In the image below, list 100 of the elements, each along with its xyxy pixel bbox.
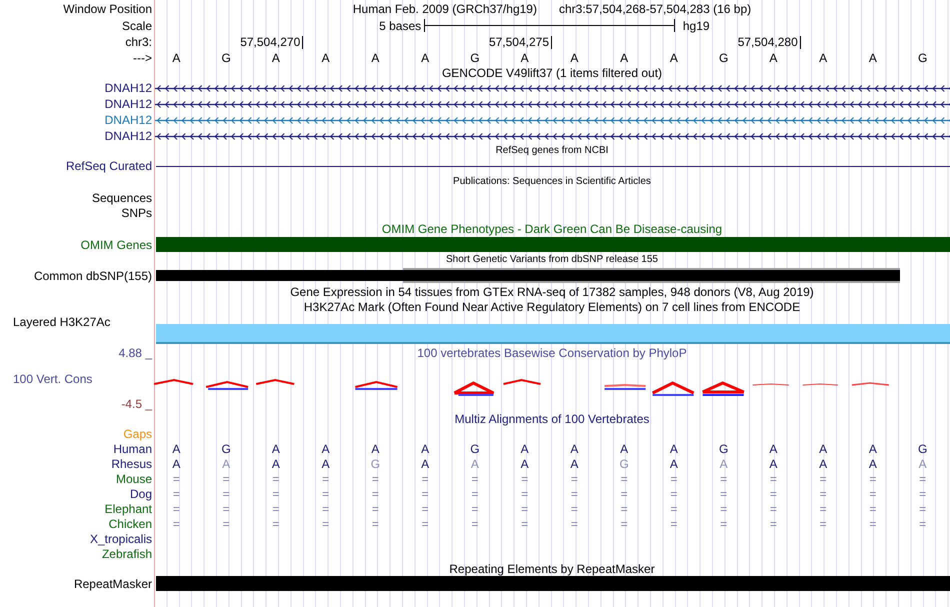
alignment-base: = [322,488,330,500]
alignment-base: G [370,458,380,470]
axis-min-label: -4.5 _ [121,398,152,410]
alignment-base: = [222,502,230,514]
scale-assembly: hg19 [682,20,711,32]
alignment-base: = [670,472,678,484]
alignment-base: = [620,472,628,484]
alignment-base: A [421,442,430,454]
alignment-base: = [422,502,429,514]
alignment-base: = [521,518,528,530]
track-title: OMIM Gene Phenotypes - Dark Green Can Be Disease-causing [382,223,722,235]
alignment-base: = [919,488,926,500]
alignment-base: A [520,458,529,470]
axis-max-label: 4.88 _ [118,346,152,358]
variant-bar[interactable] [156,268,900,283]
gene-label[interactable]: DNAH12 [104,114,152,126]
alignment-base: A [868,442,877,454]
alignment-base: = [422,518,429,530]
alignment-base: A [819,442,828,454]
alignment-base: = [272,502,280,514]
base-letter: G [718,52,728,64]
alignment-base: A [868,458,877,470]
track-label[interactable]: OMIM Genes [80,238,152,250]
alignment-base: = [770,502,777,514]
track-title[interactable]: GENCODE V49lift37 (1 items filtered out) [442,66,662,78]
alignment-base: = [720,472,728,484]
alignment-base: A [819,458,828,470]
alignment-base: = [172,518,180,530]
track-title: Short Genetic Variants from dbSNP release 155 [446,254,658,264]
base-letter: A [570,52,578,64]
alignment-base: = [521,502,528,514]
track-label: SNPs [121,207,152,219]
alignment-base: = [620,518,628,530]
species-label: Elephant [104,502,152,514]
alignment-base: A [520,442,529,454]
alignment-base: = [322,518,330,530]
alignment-base: = [919,472,926,484]
alignment-base: = [372,502,379,514]
alignment-base: = [869,518,876,530]
alignment-base: A [570,442,578,454]
alignment-base: = [422,488,429,500]
track-label: Layered H3K27Ac [13,316,110,328]
alignment-base: A [272,442,280,454]
alignment-base: A [172,458,180,470]
alignment-base: = [272,518,280,530]
base-letter: A [520,52,529,64]
alignment-base: = [570,472,578,484]
alignment-base: = [172,502,180,514]
alignment-base: = [172,472,180,484]
track-label[interactable]: RepeatMasker [74,578,152,590]
alignment-base: A [570,458,578,470]
alignment-base: A [918,458,927,470]
base-letter: A [819,52,828,64]
alignment-base: = [820,502,827,514]
scale-text: 5 bases [378,20,422,32]
species-label: Zebrafish [102,548,152,560]
alignment-base: A [222,458,230,470]
alignment-base: = [471,472,478,484]
species-label: Chicken [108,518,152,530]
alignment-base: = [172,488,180,500]
alignment-base: = [272,472,280,484]
alignment-base: A [670,442,678,454]
strand-label: ---> [133,52,152,64]
alignment-base: A [620,442,628,454]
alignment-base: = [471,502,478,514]
alignment-base: = [869,502,876,514]
alignment-base: G [918,442,928,454]
base-letter: A [769,52,778,64]
base-letter: A [421,52,430,64]
gene-label[interactable]: DNAH12 [104,130,152,142]
alignment-base: = [372,472,379,484]
alignment-base: A [421,458,430,470]
gene-label[interactable]: DNAH12 [104,98,152,110]
alignment-base: = [222,472,230,484]
alignment-base: G [470,442,480,454]
base-letter: G [470,52,480,64]
alignment-base: G [619,458,629,470]
species-label: Human [113,442,152,454]
track-title: H3K27Ac Mark (Often Found Near Active Regulatory Elements) on 7 cell lines from ENCODE [304,301,800,313]
track-label[interactable]: RefSeq Curated [66,160,152,172]
species-label: X_tropicalis [90,532,152,544]
base-letter: A [371,52,380,64]
alignment-base: = [570,488,578,500]
alignment-base: = [471,488,478,500]
alignment-base: = [820,472,827,484]
track-title: Publications: Sequences in Scientific Articles [453,177,651,187]
alignment-base: = [869,488,876,500]
track-label[interactable]: Common dbSNP(155) [34,270,152,282]
species-label: Rhesus [111,458,152,470]
track-title: RefSeq genes from NCBI [496,146,608,156]
alignment-base: A [322,458,330,470]
gene-label[interactable]: DNAH12 [104,82,152,94]
alignment-base: = [372,518,379,530]
alignment-base: = [521,488,528,500]
base-letter: A [620,52,628,64]
alignment-base: = [919,518,926,530]
alignment-base: = [272,488,280,500]
alignment-base: A [172,442,180,454]
alignment-base: = [222,488,230,500]
alignment-base: = [869,472,876,484]
